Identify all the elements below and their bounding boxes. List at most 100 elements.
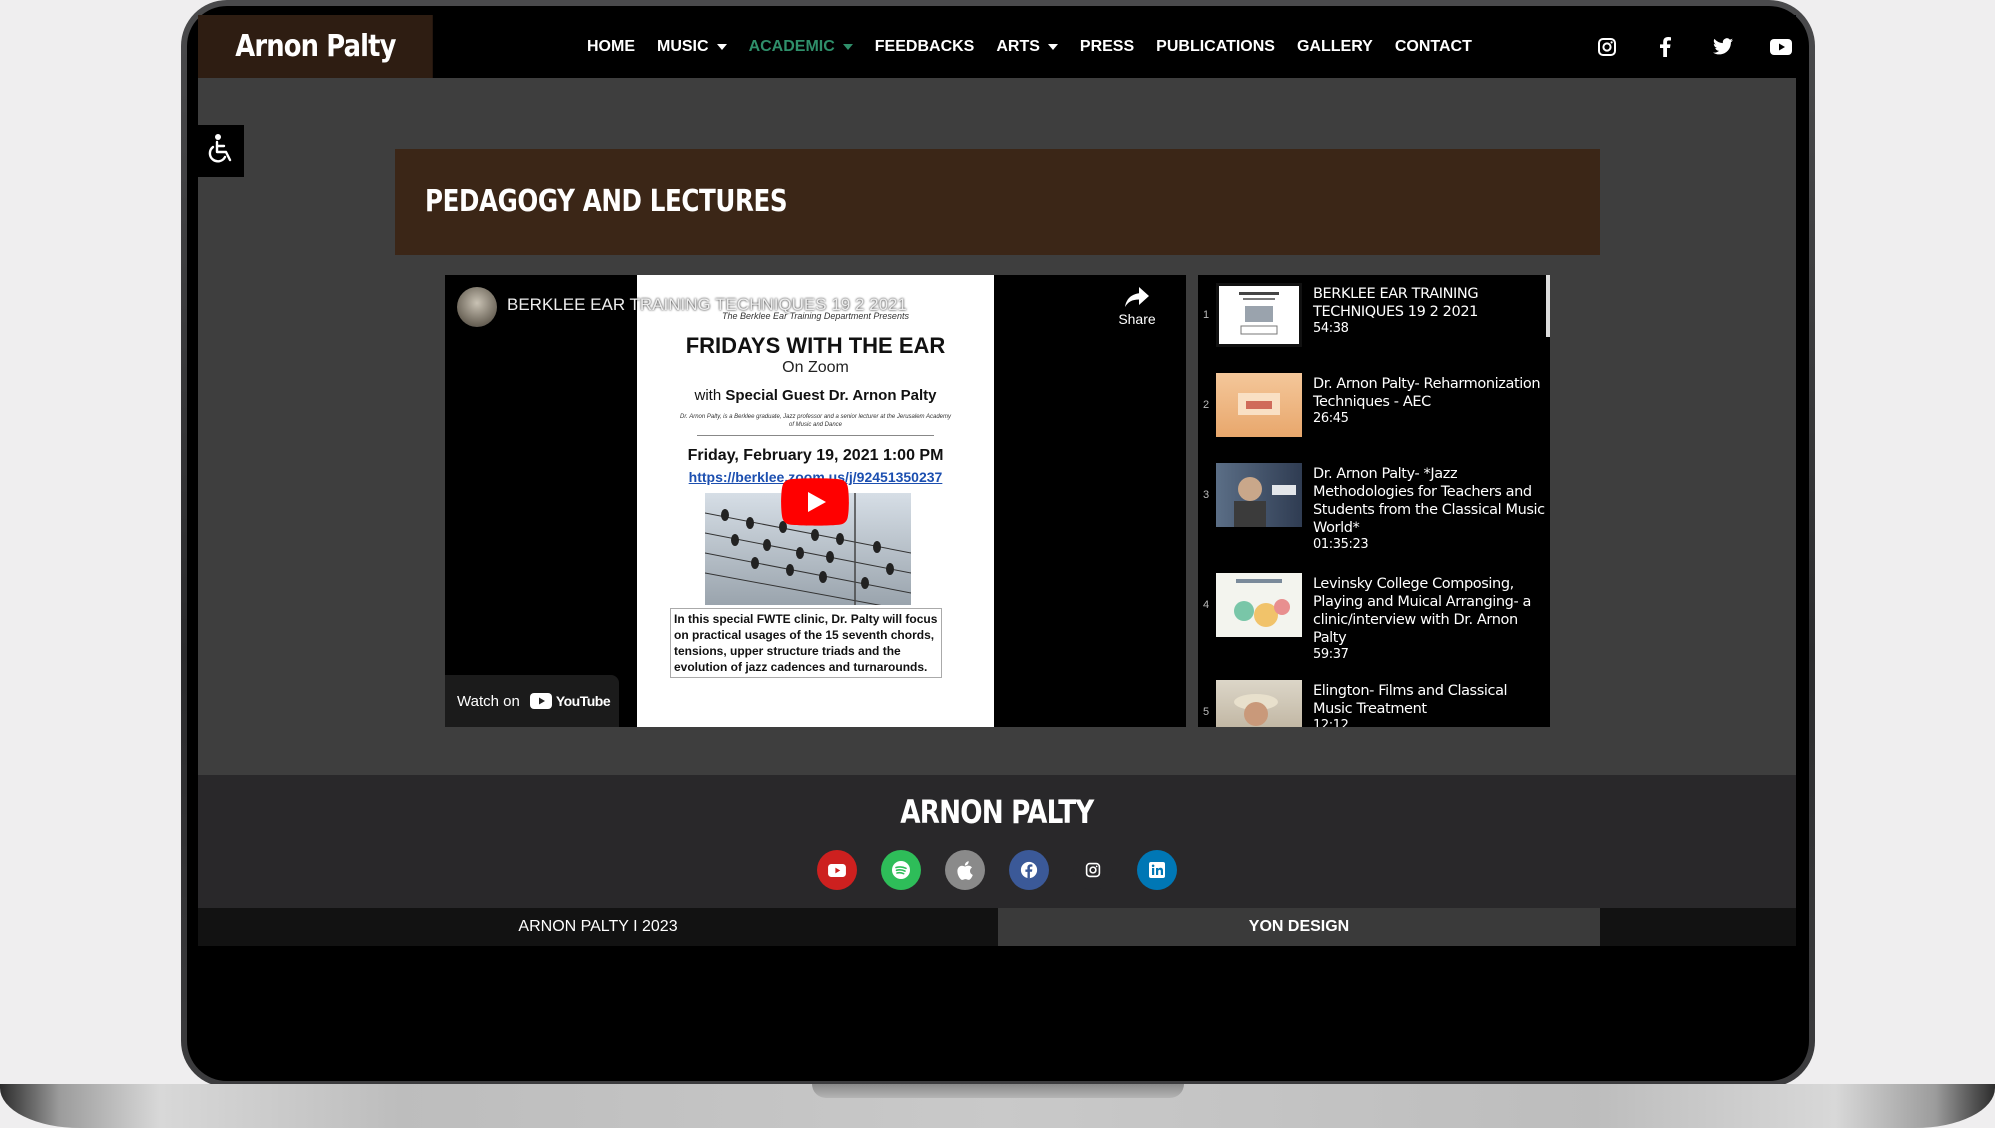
nav-home-label: HOME: [587, 37, 635, 55]
footer-social-links: [817, 850, 1177, 890]
channel-avatar[interactable]: [457, 287, 497, 327]
playlist-thumbnail: [1216, 573, 1302, 637]
playlist-item-title: Elington- Films and Classical Music Trea…: [1313, 682, 1545, 727]
nav-publications[interactable]: PUBLICATIONS: [1145, 38, 1286, 56]
header-social-links: [1578, 15, 1796, 78]
playlist-thumbnail: [1216, 680, 1302, 727]
credit-text: YON DESIGN: [1248, 918, 1350, 935]
instagram-icon[interactable]: [1073, 850, 1113, 890]
poster-subheading: On Zoom: [782, 359, 849, 376]
footer-top: ARNON PALTY: [198, 775, 1796, 908]
playlist-item-title-text: Levinsky College Composing, Playing and …: [1313, 576, 1532, 646]
youtube-icon[interactable]: [1752, 15, 1796, 78]
poster-divider: [697, 435, 934, 436]
nav-publications-label: PUBLICATIONS: [1156, 37, 1275, 55]
playlist-thumbnail: [1216, 283, 1302, 347]
nav-feedbacks-label: FEEDBACKS: [874, 37, 975, 55]
site-footer: ARNON PALTY ARNON PALTY I 2023 YON DESIG…: [198, 775, 1796, 1045]
playlist-thumbnail: [1216, 463, 1302, 527]
playlist-item[interactable]: 1 BERKLEE EAR TRAINING TECHNIQUES 19 2 2…: [1198, 275, 1538, 363]
nav-arts[interactable]: ARTS: [985, 38, 1069, 56]
watch-on-youtube-button[interactable]: Watch on YouTube: [445, 675, 619, 727]
linkedin-icon[interactable]: [1137, 850, 1177, 890]
youtube-player[interactable]: The Berklee Ear Training Department Pres…: [445, 275, 1186, 727]
wheelchair-icon: [206, 133, 236, 170]
main-menu: HOME MUSIC ACADEMIC FEEDBACKS ARTS PRESS…: [576, 15, 1483, 78]
nav-music[interactable]: MUSIC: [646, 38, 738, 56]
share-button[interactable]: Share: [1113, 287, 1161, 327]
share-label: Share: [1118, 311, 1156, 327]
nav-arts-label: ARTS: [996, 37, 1040, 55]
chevron-down-icon: [716, 43, 727, 50]
footer-credit-link[interactable]: YON DESIGN: [998, 908, 1600, 946]
poster-guest-name: Special Guest Dr. Arnon Palty: [725, 387, 937, 404]
footer-bar-end: [1600, 908, 1796, 946]
playlist-scrollbar[interactable]: [1546, 275, 1550, 337]
youtube-wordmark: YouTube: [555, 693, 611, 709]
page-title: PEDAGOGY AND LECTURES: [425, 184, 788, 219]
video-title[interactable]: BERKLEE EAR TRAINING TECHNIQUES 19 2 202…: [507, 295, 907, 315]
share-icon: [1125, 287, 1149, 307]
playlist-item-title-text: Dr. Arnon Palty- *Jazz Methodologies for…: [1313, 466, 1545, 536]
poster-guest-prefix: with: [694, 387, 726, 404]
playlist-item-duration: 01:35:23: [1313, 537, 1369, 552]
playlist-item-duration: 59:37: [1313, 647, 1349, 662]
playlist-thumbnail: [1216, 373, 1302, 437]
nav-academic-label: ACADEMIC: [748, 37, 835, 55]
apple-icon[interactable]: [945, 850, 985, 890]
playlist-item-duration: 54:38: [1313, 321, 1349, 336]
video-playlist: 1 BERKLEE EAR TRAINING TECHNIQUES 19 2 2…: [1198, 275, 1550, 727]
spotify-icon[interactable]: [881, 850, 921, 890]
nav-feedbacks[interactable]: FEEDBACKS: [864, 38, 986, 56]
copyright-text: ARNON PALTY I 2023: [518, 918, 678, 935]
poster-date: Friday, February 19, 2021 1:00 PM: [687, 447, 944, 464]
chevron-down-icon: [842, 43, 853, 50]
playlist-item-number: 4: [1202, 599, 1210, 611]
footer-brand-text: ARNON PALTY: [900, 793, 1094, 831]
nav-home[interactable]: HOME: [576, 38, 646, 56]
playlist-item-title: Dr. Arnon Palty- *Jazz Methodologies for…: [1313, 465, 1545, 553]
playlist-item-number: 5: [1202, 706, 1210, 718]
playlist-item[interactable]: 2 Dr. Arnon Palty- Reharmonization Techn…: [1198, 365, 1541, 453]
nav-contact-label: CONTACT: [1394, 37, 1472, 55]
poster-bio: Dr. Arnon Palty, is a Berklee graduate, …: [679, 414, 952, 428]
chevron-down-icon: [1047, 43, 1058, 50]
facebook-icon[interactable]: [1636, 15, 1694, 78]
page-title-bar: PEDAGOGY AND LECTURES: [395, 149, 1600, 255]
nav-contact[interactable]: CONTACT: [1384, 38, 1483, 56]
playlist-item-duration: 12:12: [1313, 718, 1349, 727]
browser-screen: Arnon Palty HOME MUSIC ACADEMIC FEEDBACK…: [198, 15, 1796, 1045]
laptop-base: [0, 1084, 1995, 1128]
nav-press[interactable]: PRESS: [1069, 38, 1145, 56]
playlist-item-title-text: Elington- Films and Classical Music Trea…: [1313, 683, 1508, 717]
playlist-item[interactable]: 3 Dr. Arnon Palty- *Jazz Methodologies f…: [1198, 455, 1545, 552]
nav-gallery[interactable]: GALLERY: [1286, 38, 1384, 56]
nav-gallery-label: GALLERY: [1296, 37, 1373, 55]
footer-brand: ARNON PALTY: [198, 793, 1796, 831]
playlist-item-title-text: BERKLEE EAR TRAINING TECHNIQUES 19 2 202…: [1313, 286, 1479, 320]
nav-music-label: MUSIC: [657, 37, 709, 55]
site-logo[interactable]: Arnon Palty: [198, 15, 433, 78]
watch-on-label: Watch on: [457, 692, 520, 710]
facebook-icon[interactable]: [1009, 850, 1049, 890]
poster-description: In this special FWTE clinic, Dr. Palty w…: [670, 608, 942, 678]
playlist-item[interactable]: 5 Elington- Films and Classical Music Tr…: [1198, 672, 1538, 727]
nav-press-label: PRESS: [1079, 37, 1135, 55]
playlist-item[interactable]: 4 Levinsky College Composing, Playing an…: [1198, 565, 1538, 662]
accessibility-button[interactable]: [198, 125, 244, 177]
twitter-icon[interactable]: [1694, 15, 1752, 78]
youtube-icon: [529, 693, 552, 709]
instagram-icon[interactable]: [1578, 15, 1636, 78]
playlist-item-title: BERKLEE EAR TRAINING TECHNIQUES 19 2 202…: [1313, 285, 1545, 337]
poster-heading: FRIDAYS WITH THE EAR: [685, 333, 946, 358]
play-button[interactable]: [781, 478, 849, 526]
playlist-item-title: Dr. Arnon Palty- Reharmonization Techniq…: [1313, 375, 1545, 427]
poster-guest-line: with Special Guest Dr. Arnon Palty: [637, 387, 994, 404]
top-navbar: Arnon Palty HOME MUSIC ACADEMIC FEEDBACK…: [198, 15, 1796, 78]
playlist-item-number: 2: [1202, 399, 1210, 411]
playlist-item-number: 3: [1202, 489, 1210, 501]
nav-academic[interactable]: ACADEMIC: [738, 38, 864, 56]
play-icon: [781, 478, 849, 526]
youtube-icon[interactable]: [817, 850, 857, 890]
playlist-item-title: Levinsky College Composing, Playing and …: [1313, 575, 1545, 663]
